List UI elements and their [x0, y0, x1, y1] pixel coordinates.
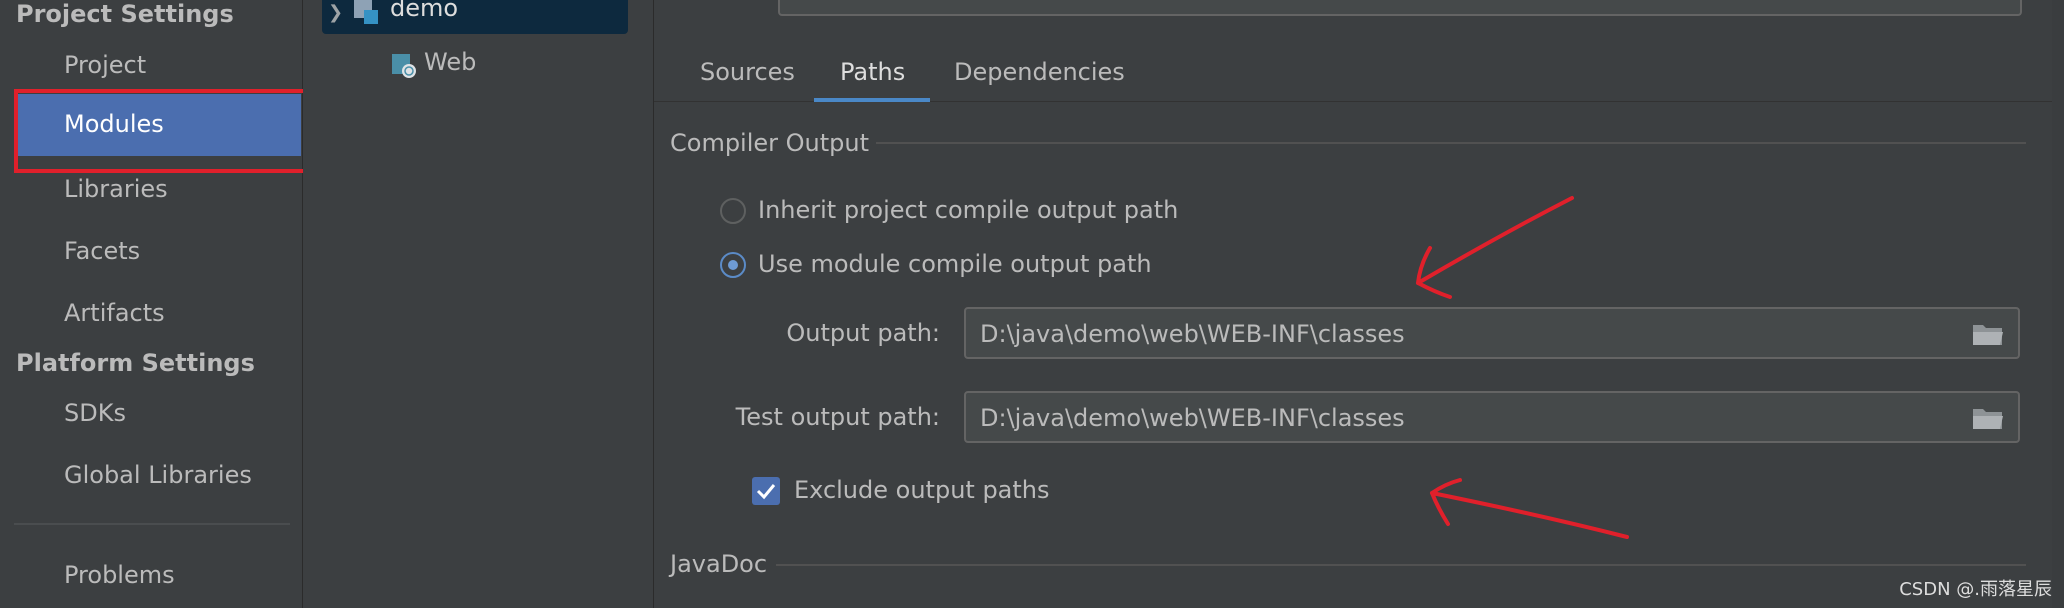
annotation-arrow-upper [1416, 196, 1574, 299]
annotation-arrows [1416, 196, 1629, 539]
annotation-arrow-lower [1430, 478, 1629, 539]
watermark-text: CSDN @.雨落星辰 [1899, 579, 2052, 600]
